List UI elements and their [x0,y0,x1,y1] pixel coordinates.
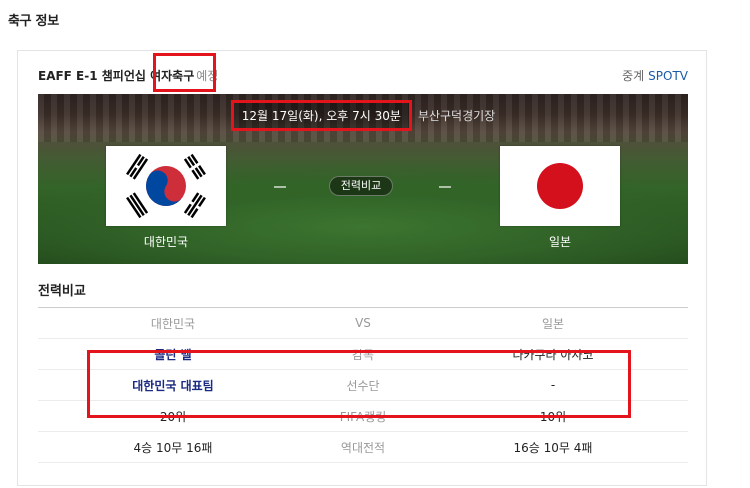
highlight-box-stats [87,350,631,418]
away-team-name: 일본 [548,235,572,249]
header-home: 대한민국 [150,316,196,331]
page-title: 축구 정보 [8,14,59,29]
match-venue: 부산구덕경기장 [417,109,496,123]
header-vs: VS [355,316,371,330]
home-team-name: 대한민국 [143,235,189,249]
score-separator-left [274,186,286,188]
row-label-head-to-head: 역대전적 [340,440,386,455]
broadcast-label: 중계 [622,69,645,83]
match-card: EAFF E-1 챔피언십 여자축구 예정 중계 SPOTV 12월 17일(화),… [17,50,707,486]
highlight-box-league [153,53,216,92]
table-row-head-to-head: 4승 10무 16패 역대전적 16승 10무 4패 [38,432,688,463]
match-info: 12월 17일(화), 오후 7시 30분 부산구덕경기장 [38,100,688,131]
compare-section-title: 전력비교 [38,284,86,299]
match-header: EAFF E-1 챔피언십 여자축구 예정 중계 SPOTV [38,53,688,92]
broadcast-channel-link[interactable]: SPOTV [648,69,688,83]
away-team[interactable]: 일본 [500,146,620,250]
japan-flag-icon [500,146,620,226]
table-header-row: 대한민국 VS 일본 [38,308,688,339]
broadcast-info: 중계 SPOTV [622,67,688,84]
south-korea-flag-icon [106,146,226,226]
compare-button[interactable]: 전력비교 [329,176,393,196]
header-away: 일본 [541,316,565,331]
match-scoreboard: 12월 17일(화), 오후 7시 30분 부산구덕경기장 대한민국 전력비교 … [38,94,688,264]
match-datetime: 12월 17일(화), 오후 7시 30분 [230,100,412,131]
score-separator-right [439,186,451,188]
away-head-to-head: 16승 10무 4패 [513,440,593,455]
home-team[interactable]: 대한민국 [106,146,226,250]
home-head-to-head: 4승 10무 16패 [133,440,213,455]
